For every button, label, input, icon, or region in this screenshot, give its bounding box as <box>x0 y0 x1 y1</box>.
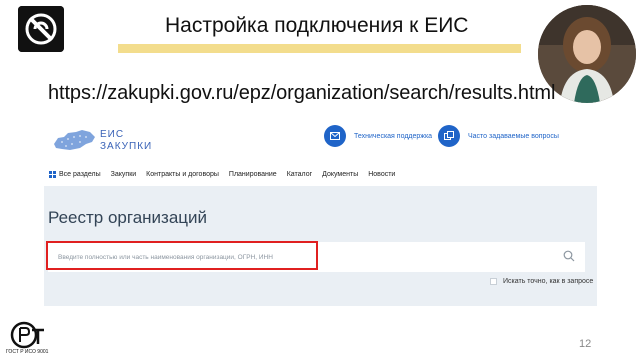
search-icon[interactable] <box>563 250 575 262</box>
nav-documents[interactable]: Документы <box>322 171 358 178</box>
faq-label: Часто задаваемые вопросы <box>468 132 559 140</box>
russia-map-icon <box>54 130 95 150</box>
faq-link[interactable]: Часто задаваемые вопросы <box>438 125 559 147</box>
nav-news[interactable]: Новости <box>368 171 395 178</box>
exact-match-option[interactable]: Искать точно, как в запросе <box>490 278 593 285</box>
company-logo <box>18 6 64 52</box>
slide-title: Настройка подключения к ЕИС <box>165 14 469 37</box>
brand-line-2: ЗАКУПКИ <box>100 141 153 152</box>
exact-match-label: Искать точно, как в запросе <box>503 278 594 285</box>
page-url: https://zakupki.gov.ru/epz/organization/… <box>48 82 556 104</box>
search-highlight-frame <box>46 241 318 270</box>
exact-match-checkbox[interactable] <box>490 278 497 285</box>
brand-line-1: ЕИС <box>100 129 125 140</box>
registry-title: Реестр организаций <box>48 208 208 227</box>
registry-panel: Реестр организаций Искать точно, как в з… <box>44 186 597 306</box>
faq-icon <box>438 125 460 147</box>
nav-planning[interactable]: Планирование <box>229 171 277 178</box>
nav-all-sections[interactable]: Все разделы <box>49 170 101 178</box>
nav-purchases[interactable]: Закупки <box>111 171 137 178</box>
eis-header: ЕИС ЗАКУПКИ Техническая поддержка Часто … <box>44 116 597 164</box>
eis-nav: Все разделы Закупки Контракты и договоры… <box>44 164 597 184</box>
grid-icon <box>49 170 56 178</box>
mail-icon <box>324 125 346 147</box>
title-accent-bar <box>118 44 521 53</box>
eis-brand[interactable]: ЕИС ЗАКУПКИ <box>100 129 152 153</box>
support-link[interactable]: Техническая поддержка <box>324 125 432 147</box>
page-number: 12 <box>579 338 592 350</box>
support-label: Техническая поддержка <box>354 132 433 140</box>
nav-catalog[interactable]: Каталог <box>287 171 312 178</box>
nav-contracts[interactable]: Контракты и договоры <box>146 171 219 178</box>
nav-label: Все разделы <box>59 170 101 178</box>
eis-website: ЕИС ЗАКУПКИ Техническая поддержка Часто … <box>44 116 597 306</box>
gost-label: ГОСТ Р ИСО 9001 <box>6 349 49 355</box>
